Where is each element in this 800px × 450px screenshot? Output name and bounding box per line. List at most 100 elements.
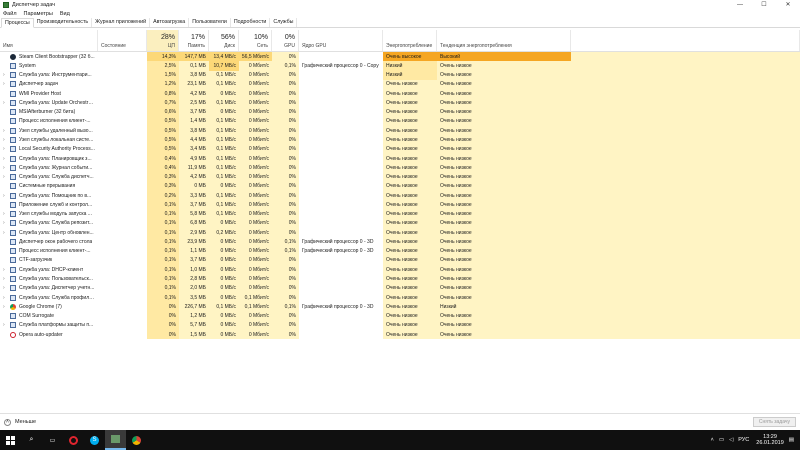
- table-row[interactable]: › Служба узла: Центр обновлен... 0,1% 2,…: [0, 228, 800, 238]
- menu-view[interactable]: Вид: [60, 11, 70, 17]
- table-row[interactable]: › Служба узла: Служба репозит... 0,1% 6,…: [0, 218, 800, 229]
- table-row[interactable]: › Google Chrome (7) 0% 226,7 МБ 0,1 МБ/с…: [0, 302, 800, 312]
- process-name-cell[interactable]: › Служба узла: Диспетчер учетн...: [0, 284, 98, 293]
- chrome-taskbar-button[interactable]: [126, 430, 147, 450]
- process-name-cell[interactable]: › Google Chrome (7): [0, 302, 98, 311]
- tab-performance[interactable]: Производительность: [34, 18, 93, 27]
- expand-chevron-icon[interactable]: ›: [3, 193, 10, 199]
- table-row[interactable]: › Служба узла: Служба профиле... 0,1% 3,…: [0, 292, 800, 303]
- volume-icon[interactable]: ◁: [729, 437, 733, 443]
- column-state[interactable]: Состояние: [98, 30, 147, 51]
- table-row[interactable]: › Local Security Authority Process... 0,…: [0, 144, 800, 154]
- process-name-cell[interactable]: › Узел службы модуль запуска ...: [0, 210, 98, 219]
- table-row[interactable]: Opera auto-updater 0% 1,5 МБ 0 МБ/с 0 Мб…: [0, 329, 800, 340]
- table-row[interactable]: CTF-загрузчик 0,1% 3,7 МБ 0 МБ/с 0 Мбит/…: [0, 255, 800, 266]
- expand-chevron-icon[interactable]: ›: [3, 165, 10, 171]
- search-taskbar-button[interactable]: ⌕: [21, 430, 42, 450]
- table-row[interactable]: › Узел службы локальная систе... 0,5% 4,…: [0, 135, 800, 145]
- table-row[interactable]: Процесс исполнения клиент-... 0,5% 1,4 М…: [0, 116, 800, 127]
- table-row[interactable]: COM Surrogate 0% 1,2 МБ 0 МБ/с 0 Мбит/с …: [0, 311, 800, 321]
- process-name-cell[interactable]: › Служба узла: Планировщик з...: [0, 154, 98, 163]
- process-name-cell[interactable]: › Диспетчер задач: [0, 80, 98, 89]
- table-row[interactable]: › Служба узла: Журнал событи... 0,4% 11,…: [0, 163, 800, 173]
- table-row[interactable]: Диспетчер окон рабочего стола 0,1% 23,9 …: [0, 237, 800, 247]
- tray-chevron-icon[interactable]: ˄: [711, 437, 714, 443]
- table-row[interactable]: MSIAfterburner (32 бита) 0,6% 3,7 МБ 0 М…: [0, 107, 800, 117]
- table-row[interactable]: WMI Provider Host 0,8% 4,2 МБ 0 МБ/с 0 М…: [0, 89, 800, 99]
- process-name-cell[interactable]: › Служба узла: Помощник по в...: [0, 191, 98, 200]
- expand-chevron-icon[interactable]: ›: [3, 128, 10, 134]
- process-name-cell[interactable]: › Узел службы удаленный вызо...: [0, 126, 98, 135]
- tab-startup[interactable]: Автозагрузка: [150, 18, 190, 27]
- expand-chevron-icon[interactable]: ›: [3, 220, 10, 226]
- table-row[interactable]: › Служба узла: Пользовательск... 0,1% 2,…: [0, 274, 800, 284]
- expand-chevron-icon[interactable]: ›: [3, 267, 10, 273]
- process-name-cell[interactable]: › Local Security Authority Process...: [0, 145, 98, 154]
- process-name-cell[interactable]: System: [0, 61, 98, 70]
- skype-taskbar-button[interactable]: S: [84, 430, 105, 450]
- expand-chevron-icon[interactable]: ›: [3, 230, 10, 236]
- process-name-cell[interactable]: Процесс исполнения клиент-...: [0, 117, 98, 126]
- process-name-cell[interactable]: › Служба узла: Пользовательск...: [0, 274, 98, 283]
- notifications-icon[interactable]: ▤: [789, 437, 794, 443]
- clock[interactable]: 13:29 26.01.2019: [756, 434, 784, 447]
- table-row[interactable]: Steam Client Bootstrapper (32 б... 14,3%…: [0, 52, 800, 62]
- process-name-cell[interactable]: Диспетчер окон рабочего стола: [0, 237, 98, 246]
- menu-file[interactable]: Файл: [3, 11, 17, 17]
- process-name-cell[interactable]: › Служба узла: Update Orchestra...: [0, 98, 98, 107]
- menu-options[interactable]: Параметры: [24, 11, 53, 17]
- process-name-cell[interactable]: MSIAfterburner (32 бита): [0, 108, 98, 117]
- table-row[interactable]: › Служба узла: Планировщик з... 0,4% 4,9…: [0, 153, 800, 164]
- minimize-button[interactable]: —: [728, 0, 752, 10]
- column-gpu-engine[interactable]: Ядро GPU: [299, 30, 383, 51]
- end-task-button[interactable]: Снять задачу: [752, 417, 796, 427]
- process-name-cell[interactable]: › Служба узла: Инструментари...: [0, 71, 98, 80]
- column-memory[interactable]: 17% Память: [179, 30, 209, 51]
- tab-processes[interactable]: Процессы: [1, 18, 34, 28]
- expand-chevron-icon[interactable]: ›: [3, 137, 10, 143]
- task-view-button[interactable]: ▭: [42, 430, 63, 450]
- tab-details[interactable]: Подробности: [231, 18, 271, 27]
- expand-chevron-icon[interactable]: ›: [3, 100, 10, 106]
- process-name-cell[interactable]: Процесс исполнения клиент-...: [0, 247, 98, 256]
- process-name-cell[interactable]: Системные прерывания: [0, 182, 98, 191]
- tab-services[interactable]: Службы: [270, 18, 298, 27]
- column-gpu[interactable]: 0% GPU: [272, 30, 299, 51]
- close-button[interactable]: ✕: [776, 0, 800, 10]
- process-name-cell[interactable]: › Служба узла: Служба профиле...: [0, 293, 98, 302]
- fewer-details-button[interactable]: ˄ Меньше: [4, 418, 36, 426]
- column-power-trend[interactable]: Тенденция энергопотребления: [437, 30, 571, 51]
- tab-users[interactable]: Пользователи: [189, 18, 231, 27]
- expand-chevron-icon[interactable]: ›: [3, 174, 10, 180]
- table-row[interactable]: › Узел службы модуль запуска ... 0,1% 5,…: [0, 209, 800, 219]
- table-row[interactable]: › Служба узла: Служба диспетч... 0,3% 4,…: [0, 172, 800, 182]
- table-row[interactable]: Системные прерывания 0,3% 0 МБ 0 МБ/с 0 …: [0, 181, 800, 191]
- maximize-button[interactable]: ☐: [752, 0, 776, 10]
- expand-chevron-icon[interactable]: ›: [3, 81, 10, 87]
- process-name-cell[interactable]: › Служба узла: Центр обновлен...: [0, 228, 98, 237]
- table-row[interactable]: › Служба узла: Инструментари... 1,5% 3,8…: [0, 70, 800, 80]
- process-name-cell[interactable]: Opera auto-updater: [0, 330, 98, 339]
- expand-chevron-icon[interactable]: ›: [3, 276, 10, 282]
- table-row[interactable]: System 2,5% 0,1 МБ 10,7 МБ/с 0 Мбит/с 0,…: [0, 61, 800, 71]
- tab-app-history[interactable]: Журнал приложений: [92, 18, 151, 27]
- process-name-cell[interactable]: WMI Provider Host: [0, 89, 98, 98]
- process-name-cell[interactable]: › Служба узла: Служба диспетч...: [0, 172, 98, 181]
- column-disk[interactable]: 56% Диск: [209, 30, 239, 51]
- expand-chevron-icon[interactable]: ›: [3, 72, 10, 78]
- table-row[interactable]: Процесс исполнения клиент-... 0,1% 1,1 М…: [0, 246, 800, 256]
- start-button[interactable]: [0, 430, 21, 450]
- process-name-cell[interactable]: › Служба узла: DHCP-клиент: [0, 265, 98, 274]
- opera-taskbar-button[interactable]: [63, 430, 84, 450]
- table-row[interactable]: › Узел службы удаленный вызо... 0,5% 3,8…: [0, 126, 800, 136]
- process-name-cell[interactable]: COM Surrogate: [0, 311, 98, 320]
- expand-chevron-icon[interactable]: ›: [3, 211, 10, 217]
- process-name-cell[interactable]: CTF-загрузчик: [0, 256, 98, 265]
- table-row[interactable]: Приложение служб и контрол... 0,1% 3,7 М…: [0, 200, 800, 210]
- column-network[interactable]: 10% Сеть: [239, 30, 272, 51]
- table-row[interactable]: › Диспетчер задач 1,2% 23,1 МБ 0,1 МБ/с …: [0, 79, 800, 90]
- process-name-cell[interactable]: Приложение служб и контрол...: [0, 200, 98, 209]
- network-icon[interactable]: ▭: [719, 437, 724, 443]
- table-row[interactable]: › Служба узла: DHCP-клиент 0,1% 1,0 МБ 0…: [0, 265, 800, 275]
- expand-chevron-icon[interactable]: ›: [3, 285, 10, 291]
